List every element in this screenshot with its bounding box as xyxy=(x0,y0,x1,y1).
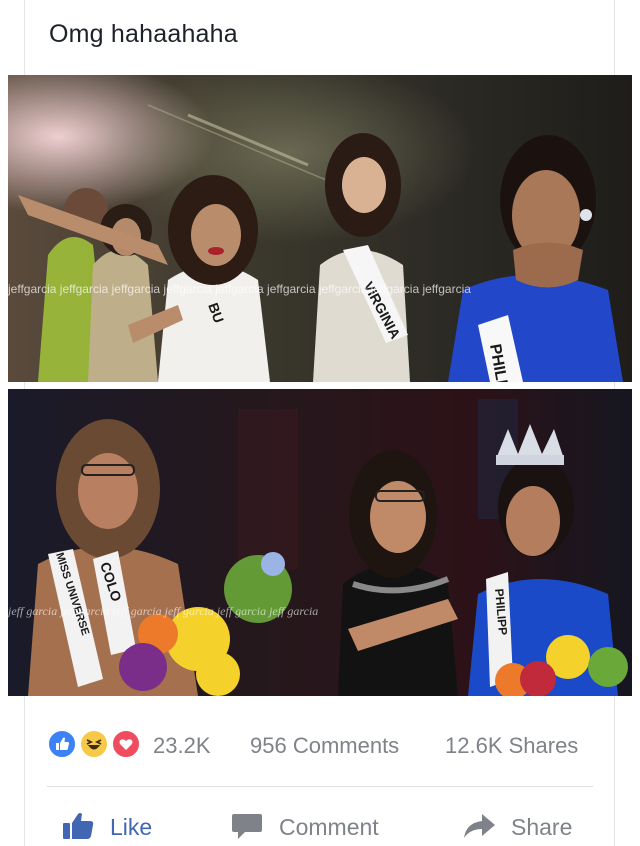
photo-watermark-bottom: jeff garcia jeff garcia jeff garcia jeff… xyxy=(8,604,318,618)
love-reaction-icon xyxy=(111,729,141,759)
post-photo-top[interactable]: VIRGINIA PHILI BU jeffgarcia jeffgarcia … xyxy=(8,75,632,382)
share-arrow-icon xyxy=(464,814,495,838)
thumbs-up-icon xyxy=(63,813,94,839)
comment-button[interactable]: Comment xyxy=(231,800,411,846)
like-button[interactable]: Like xyxy=(62,800,172,846)
like-reaction-icon xyxy=(47,729,77,759)
reactions-summary[interactable] xyxy=(47,727,147,763)
actions-divider xyxy=(47,786,593,787)
like-label: Like xyxy=(110,814,153,840)
post-actions: Like Comment Share xyxy=(0,800,640,846)
post-text: Omg hahaahaha xyxy=(49,20,238,48)
comment-count[interactable]: 956 Comments xyxy=(250,733,399,759)
haha-reaction-icon xyxy=(79,729,109,759)
comment-bubble-icon xyxy=(232,814,262,839)
photo-watermark-top: jeffgarcia jeffgarcia jeffgarcia jeffgar… xyxy=(8,282,471,296)
reaction-count[interactable]: 23.2K xyxy=(153,733,211,759)
share-count[interactable]: 12.6K Shares xyxy=(445,733,578,759)
comment-label: Comment xyxy=(279,814,379,840)
share-button[interactable]: Share xyxy=(462,800,592,846)
post-stats: 23.2K 956 Comments 12.6K Shares xyxy=(47,727,593,765)
post-photo-bottom[interactable]: MISS UNIVERSE COLO PHILIPP jeff garcia j… xyxy=(8,389,632,696)
share-label: Share xyxy=(511,814,573,840)
